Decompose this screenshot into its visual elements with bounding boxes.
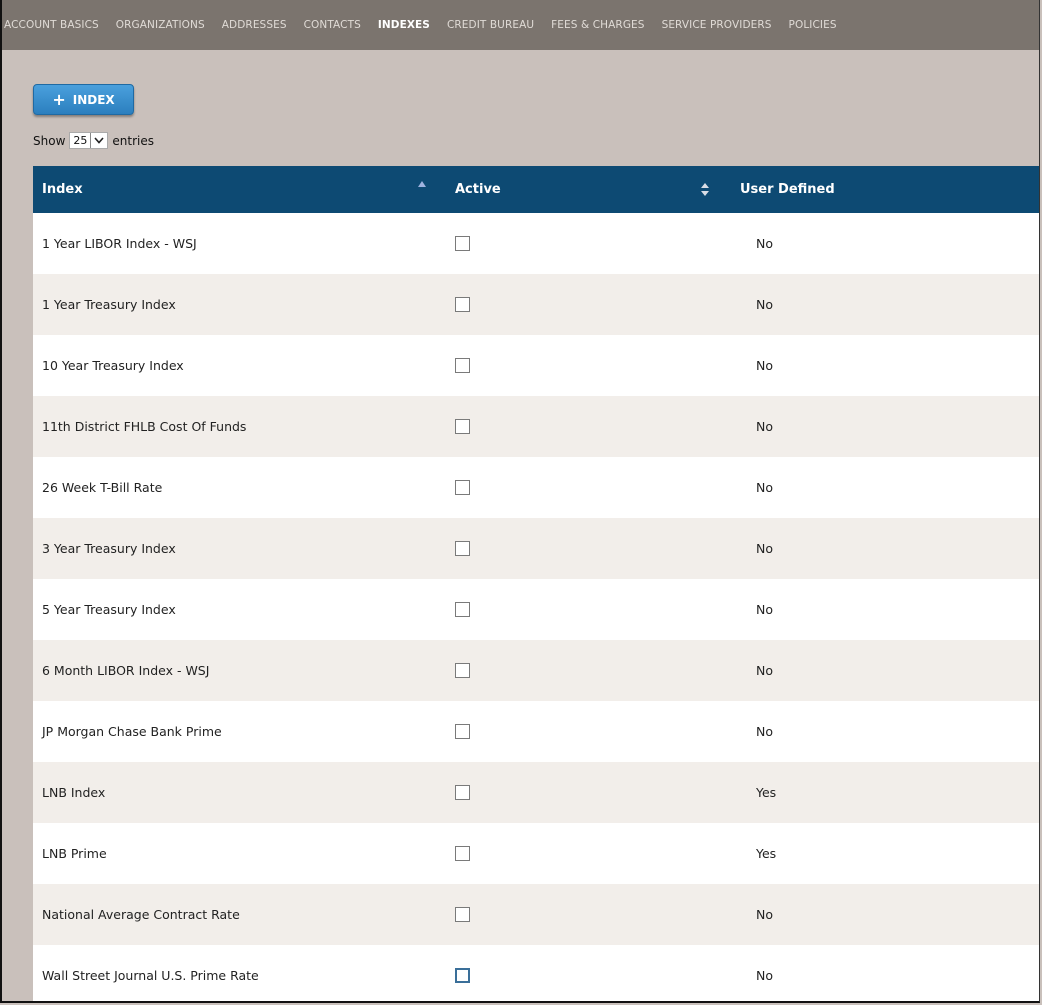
user-defined-cell: No <box>756 541 773 556</box>
active-checkbox[interactable] <box>455 724 470 739</box>
index-name-cell: 26 Week T-Bill Rate <box>42 480 163 495</box>
table-row: Wall Street Journal U.S. Prime Rate No <box>33 945 1039 1001</box>
active-cell <box>455 518 470 579</box>
active-checkbox[interactable] <box>455 907 470 922</box>
user-defined-cell: No <box>756 663 773 678</box>
add-index-button[interactable]: + INDEX <box>33 84 134 115</box>
user-defined-cell: No <box>756 480 773 495</box>
table-row: 1 Year Treasury Index No <box>33 274 1039 335</box>
table-body: 1 Year LIBOR Index - WSJ No 1 Year Treasur… <box>33 213 1039 1001</box>
user-defined-cell: No <box>756 968 773 983</box>
table-row: National Average Contract Rate No <box>33 884 1039 945</box>
user-defined-cell: No <box>756 724 773 739</box>
user-defined-cell: No <box>756 297 773 312</box>
table-header: Index Active User Defined <box>33 166 1039 213</box>
table-row: JP Morgan Chase Bank Prime No <box>33 701 1039 762</box>
column-header-index[interactable]: Index <box>42 166 83 213</box>
plus-icon: + <box>52 89 66 109</box>
active-checkbox[interactable] <box>455 358 470 373</box>
table-row: 5 Year Treasury Index No <box>33 579 1039 640</box>
table-row: 11th District FHLB Cost Of Funds No <box>33 396 1039 457</box>
active-cell <box>455 945 470 1001</box>
index-name-cell: LNB Index <box>42 785 106 800</box>
active-cell <box>455 274 470 335</box>
table-row: 6 Month LIBOR Index - WSJ No <box>33 640 1039 701</box>
active-checkbox[interactable] <box>455 968 470 983</box>
active-cell <box>455 396 470 457</box>
active-checkbox[interactable] <box>455 419 470 434</box>
entries-label: entries <box>112 133 154 148</box>
index-name-cell: 1 Year Treasury Index <box>42 297 176 312</box>
index-name-cell: 6 Month LIBOR Index - WSJ <box>42 663 210 678</box>
active-checkbox[interactable] <box>455 541 470 556</box>
tab-service-providers[interactable]: SERVICE PROVIDERS <box>662 19 772 31</box>
tab-policies[interactable]: POLICIES <box>789 19 837 31</box>
add-index-label: INDEX <box>72 92 115 107</box>
active-checkbox[interactable] <box>455 236 470 251</box>
index-name-cell: 11th District FHLB Cost Of Funds <box>42 419 247 434</box>
user-defined-cell: No <box>756 358 773 373</box>
table-row: 3 Year Treasury Index No <box>33 518 1039 579</box>
active-cell <box>455 213 470 274</box>
active-checkbox[interactable] <box>455 297 470 312</box>
user-defined-cell: No <box>756 236 773 251</box>
active-checkbox[interactable] <box>455 846 470 861</box>
active-cell <box>455 579 470 640</box>
active-checkbox[interactable] <box>455 785 470 800</box>
table-row: LNB Index Yes <box>33 762 1039 823</box>
index-name-cell: LNB Prime <box>42 846 107 861</box>
index-name-cell: 10 Year Treasury Index <box>42 358 184 373</box>
active-cell <box>455 701 470 762</box>
active-cell <box>455 335 470 396</box>
tab-fees-charges[interactable]: FEES & CHARGES <box>551 19 644 31</box>
column-header-user-defined[interactable]: User Defined <box>740 166 835 213</box>
index-name-cell: 5 Year Treasury Index <box>42 602 176 617</box>
active-checkbox[interactable] <box>455 602 470 617</box>
show-entries-control: Show 25 entries <box>33 132 154 149</box>
user-defined-cell: No <box>756 907 773 922</box>
active-checkbox[interactable] <box>455 480 470 495</box>
index-name-cell: 3 Year Treasury Index <box>42 541 176 556</box>
table-row: 10 Year Treasury Index No <box>33 335 1039 396</box>
active-checkbox[interactable] <box>455 663 470 678</box>
sort-both-icon[interactable] <box>701 166 709 213</box>
sort-ascending-icon[interactable] <box>418 160 426 207</box>
table-row: 1 Year LIBOR Index - WSJ No <box>33 213 1039 274</box>
user-defined-cell: No <box>756 419 773 434</box>
column-header-active[interactable]: Active <box>455 166 501 213</box>
user-defined-cell: Yes <box>756 846 777 861</box>
table-row: LNB Prime Yes <box>33 823 1039 884</box>
index-name-cell: JP Morgan Chase Bank Prime <box>42 724 222 739</box>
index-name-cell: Wall Street Journal U.S. Prime Rate <box>42 968 259 983</box>
entries-select-value: 25 <box>73 134 88 147</box>
tab-indexes[interactable]: INDEXES <box>378 19 430 31</box>
table-row: 26 Week T-Bill Rate No <box>33 457 1039 518</box>
app-frame: ACCOUNT BASICS ORGANIZATIONS ADDRESSES C… <box>0 0 1040 1003</box>
active-cell <box>455 884 470 945</box>
active-cell <box>455 457 470 518</box>
tab-credit-bureau[interactable]: CREDIT BUREAU <box>447 19 534 31</box>
tab-contacts[interactable]: CONTACTS <box>304 19 361 31</box>
user-defined-cell: Yes <box>756 785 777 800</box>
top-nav: ACCOUNT BASICS ORGANIZATIONS ADDRESSES C… <box>2 0 1039 50</box>
active-cell <box>455 823 470 884</box>
entries-select[interactable]: 25 <box>69 132 109 149</box>
tab-account-basics[interactable]: ACCOUNT BASICS <box>4 19 99 31</box>
active-cell <box>455 640 470 701</box>
show-label: Show <box>33 133 66 148</box>
index-name-cell: National Average Contract Rate <box>42 907 240 922</box>
chevron-down-icon <box>90 133 107 148</box>
index-name-cell: 1 Year LIBOR Index - WSJ <box>42 236 197 251</box>
active-cell <box>455 762 470 823</box>
indexes-table: Index Active User Defined 1 Year LIBOR I… <box>33 166 1039 1001</box>
tab-addresses[interactable]: ADDRESSES <box>222 19 287 31</box>
tab-organizations[interactable]: ORGANIZATIONS <box>116 19 205 31</box>
user-defined-cell: No <box>756 602 773 617</box>
